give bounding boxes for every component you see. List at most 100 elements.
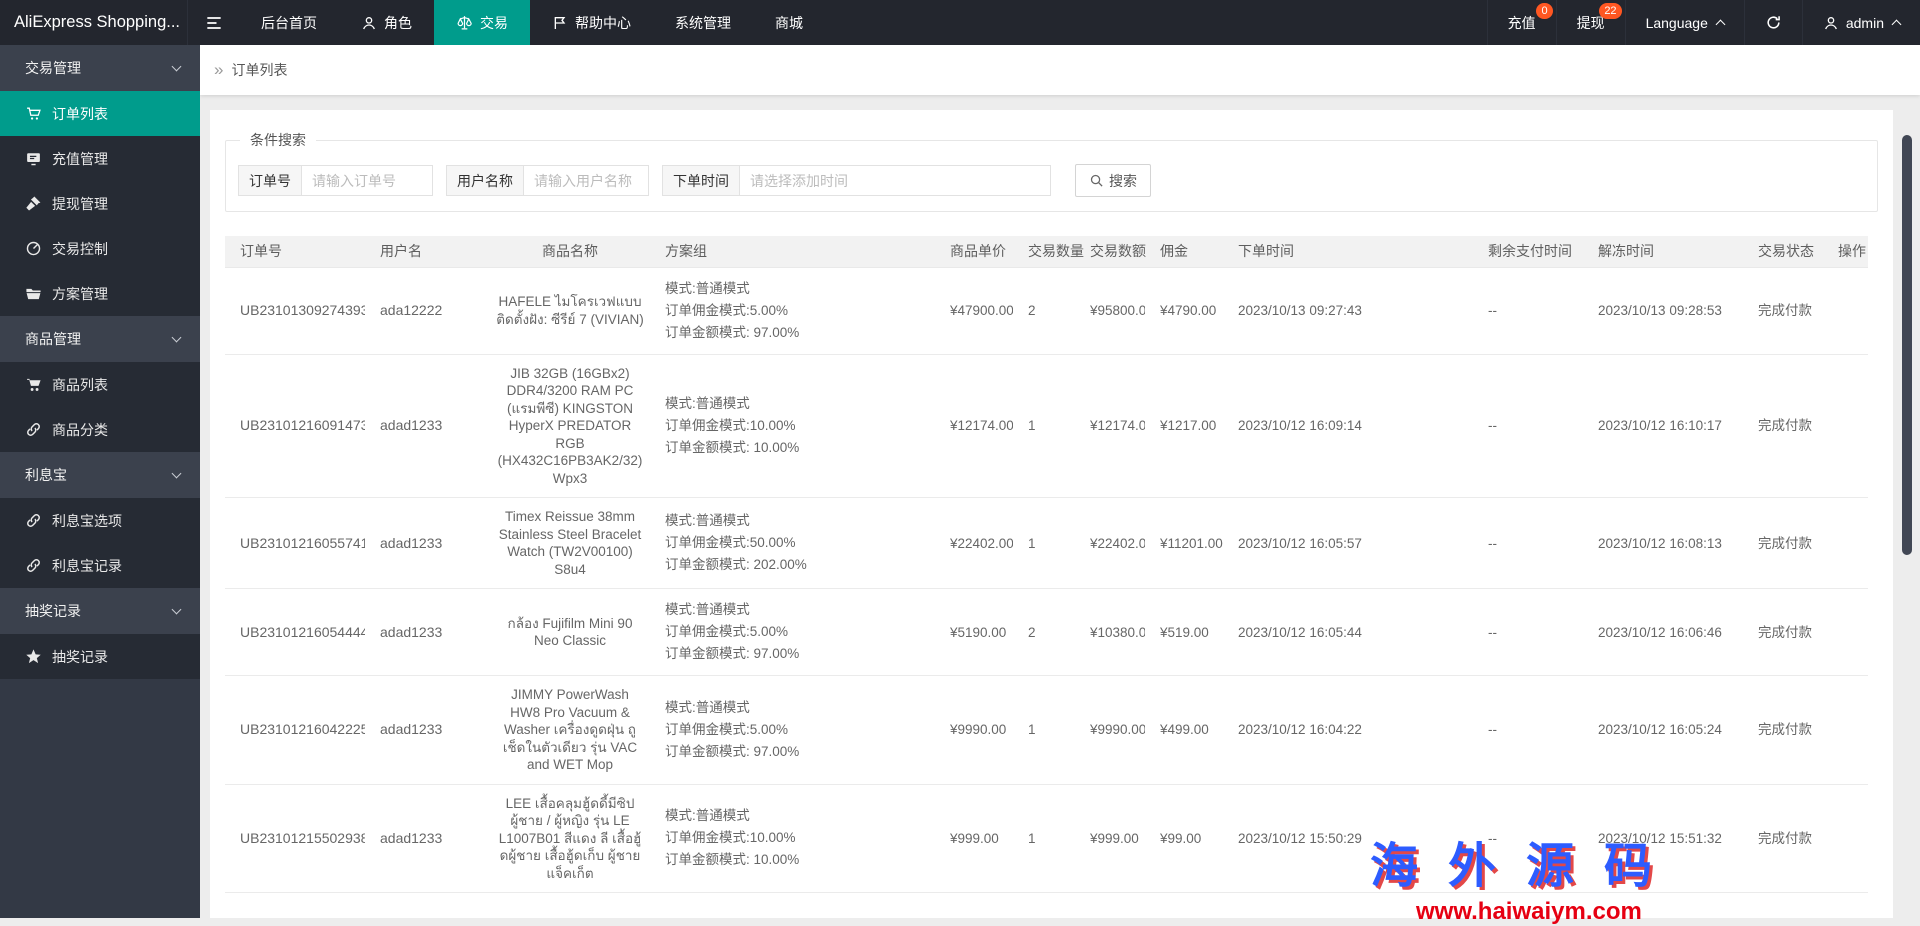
- top-menu-item-home[interactable]: 后台首页: [239, 0, 339, 45]
- hamburger-icon: [204, 13, 224, 33]
- col-header-action: 操作: [1823, 236, 1868, 267]
- cell-unfreeze: 2023/10/13 09:28:53: [1583, 267, 1743, 354]
- sidebar-item-label: 订单列表: [52, 104, 108, 124]
- sidebar-item-withdraw-mgmt[interactable]: 提现管理: [0, 181, 200, 226]
- table-header-row: 订单号用户名商品名称方案组商品单价交易数量交易数额佣金下单时间剩余支付时间解冻时…: [225, 236, 1868, 267]
- col-header-order_time: 下单时间: [1223, 236, 1473, 267]
- language-dropdown[interactable]: Language: [1625, 0, 1744, 45]
- cell-status: 完成付款: [1743, 676, 1823, 785]
- col-header-order_no: 订单号: [225, 236, 365, 267]
- breadcrumb: » 订单列表: [200, 45, 1920, 95]
- sidebar-item-recharge-mgmt[interactable]: 充值管理: [0, 136, 200, 181]
- cell-price: ¥9990.00: [935, 676, 1013, 785]
- cell-plan: 模式:普通模式订单佣金模式:10.00%订单金额模式: 10.00%: [650, 354, 935, 498]
- refresh-button[interactable]: [1744, 0, 1802, 45]
- top-menu-item-roles[interactable]: 角色: [339, 0, 434, 45]
- sidebar-group-product-mgmt[interactable]: 商品管理: [0, 316, 200, 362]
- cell-product: Timex Reissue 38mm Stainless Steel Brace…: [490, 498, 650, 589]
- cell-remain: --: [1473, 589, 1583, 676]
- top-menu: 后台首页 角色 交易 帮助中心 系统管理 商城: [239, 0, 825, 45]
- chevron-down-icon: [172, 605, 182, 615]
- username-field-label: 用户名称: [446, 165, 524, 196]
- top-menu-label: 后台首页: [261, 13, 317, 33]
- admin-dropdown[interactable]: admin: [1802, 0, 1920, 45]
- plan-line: 模式:普通模式: [665, 805, 931, 827]
- sidebar-item-lottery-records[interactable]: 抽奖记录: [0, 634, 200, 679]
- sidebar-item-product-list[interactable]: 商品列表: [0, 362, 200, 407]
- sidebar-group-lottery[interactable]: 抽奖记录: [0, 588, 200, 634]
- sidebar-toggle-button[interactable]: [187, 0, 239, 45]
- content-panel: 条件搜索 订单号 用户名称 下单时间 搜索: [210, 110, 1893, 918]
- gavel-icon: [25, 195, 42, 212]
- cell-action: [1823, 784, 1868, 893]
- chevron-down-icon: [172, 333, 182, 343]
- cell-plan: 模式:普通模式订单佣金模式:50.00%订单金额模式: 202.00%: [650, 498, 935, 589]
- order-no-input[interactable]: [301, 165, 433, 196]
- sidebar-group-label: 商品管理: [25, 331, 81, 347]
- top-menu-label: 系统管理: [675, 13, 731, 33]
- plan-line: 订单佣金模式:10.00%: [665, 827, 931, 849]
- order-time-input[interactable]: [739, 165, 1051, 196]
- link-icon: [25, 421, 42, 438]
- cell-order_no: UB2310121550293861: [225, 784, 365, 893]
- cell-order_no: UB2310121605574125: [225, 498, 365, 589]
- top-menu-item-system-mgmt[interactable]: 系统管理: [653, 0, 753, 45]
- cell-username: ada12222: [365, 267, 490, 354]
- sidebar-item-label: 交易控制: [52, 239, 108, 259]
- chevron-up-icon: [1892, 20, 1902, 30]
- cell-action: [1823, 267, 1868, 354]
- cell-remain: --: [1473, 267, 1583, 354]
- plan-line: 订单佣金模式:10.00%: [665, 415, 931, 437]
- cell-status: 完成付款: [1743, 784, 1823, 893]
- cell-order_no: UB2310121605444421: [225, 589, 365, 676]
- sidebar-item-interest-records[interactable]: 利息宝记录: [0, 543, 200, 588]
- cell-qty: 1: [1013, 676, 1075, 785]
- sidebar-item-label: 方案管理: [52, 284, 108, 304]
- sidebar-group-interest[interactable]: 利息宝: [0, 452, 200, 498]
- top-menu-item-trade[interactable]: 交易: [434, 0, 530, 45]
- withdraw-button[interactable]: 提现 22: [1556, 0, 1625, 45]
- cell-unfreeze: 2023/10/12 16:05:24: [1583, 676, 1743, 785]
- cell-action: [1823, 498, 1868, 589]
- cell-status: 完成付款: [1743, 498, 1823, 589]
- col-header-plan: 方案组: [650, 236, 935, 267]
- username-input[interactable]: [523, 165, 649, 196]
- cell-order_time: 2023/10/12 16:05:44: [1223, 589, 1473, 676]
- cell-unfreeze: 2023/10/12 16:08:13: [1583, 498, 1743, 589]
- col-header-product: 商品名称: [490, 236, 650, 267]
- sidebar-item-plan-mgmt[interactable]: 方案管理: [0, 271, 200, 316]
- sidebar-group-label: 利息宝: [25, 467, 67, 483]
- sidebar-item-label: 提现管理: [52, 194, 108, 214]
- cell-status: 完成付款: [1743, 589, 1823, 676]
- main-content: 条件搜索 订单号 用户名称 下单时间 搜索: [200, 95, 1920, 918]
- cell-username: adad1233: [365, 498, 490, 589]
- plan-line: 模式:普通模式: [665, 393, 931, 415]
- top-menu-item-mall[interactable]: 商城: [753, 0, 825, 45]
- sidebar-item-trade-control[interactable]: 交易控制: [0, 226, 200, 271]
- cell-qty: 2: [1013, 589, 1075, 676]
- cell-qty: 1: [1013, 784, 1075, 893]
- sidebar-item-order-list[interactable]: 订单列表: [0, 91, 200, 136]
- cell-amount: ¥22402.00: [1075, 498, 1145, 589]
- top-menu-item-help-center[interactable]: 帮助中心: [530, 0, 653, 45]
- search-button[interactable]: 搜索: [1075, 164, 1151, 197]
- cart-icon: [25, 105, 42, 122]
- recharge-button[interactable]: 充值 0: [1487, 0, 1556, 45]
- sidebar-item-product-category[interactable]: 商品分类: [0, 407, 200, 452]
- cell-plan: 模式:普通模式订单佣金模式:10.00%订单金额模式: 10.00%: [650, 784, 935, 893]
- cell-order_no: UB2310130927439303: [225, 267, 365, 354]
- sidebar-group-trade-mgmt[interactable]: 交易管理: [0, 45, 200, 91]
- plan-line: 订单佣金模式:5.00%: [665, 719, 931, 741]
- top-menu-label: 角色: [384, 13, 412, 33]
- table-row: UB2310121605444421adad1233กล้อง Fujifilm…: [225, 589, 1868, 676]
- col-header-status: 交易状态: [1743, 236, 1823, 267]
- cell-commission: ¥1217.00: [1145, 354, 1223, 498]
- top-menu-label: 商城: [775, 13, 803, 33]
- scales-icon: [456, 14, 473, 31]
- page-scrollbar-thumb[interactable]: [1902, 135, 1912, 555]
- cell-price: ¥22402.00: [935, 498, 1013, 589]
- sidebar-item-interest-options[interactable]: 利息宝选项: [0, 498, 200, 543]
- sidebar: 交易管理订单列表充值管理提现管理交易控制方案管理商品管理商品列表商品分类利息宝利…: [0, 45, 200, 918]
- chevron-down-icon: [172, 469, 182, 479]
- cell-unfreeze: 2023/10/12 15:51:32: [1583, 784, 1743, 893]
